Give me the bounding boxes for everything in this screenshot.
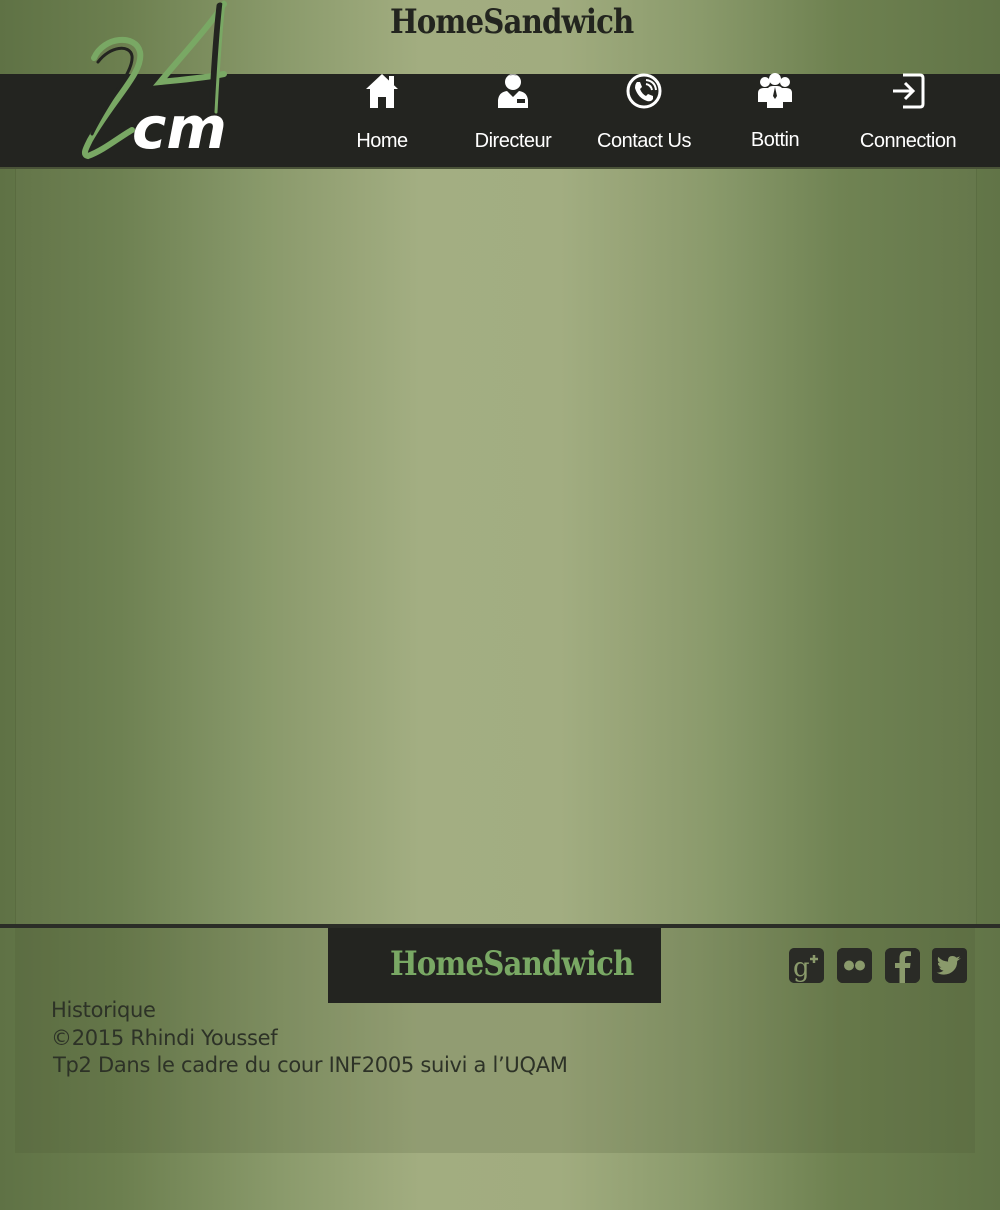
footer-course-note: Tp2 Dans le cadre du cour INF2005 suivi … bbox=[53, 1053, 568, 1077]
logo-graphic: cm bbox=[81, 0, 227, 162]
nav-home[interactable]: Home bbox=[322, 72, 442, 162]
google-plus-icon: g bbox=[789, 948, 824, 983]
facebook-icon bbox=[885, 948, 920, 983]
twitter-icon bbox=[932, 948, 967, 983]
google-plus-link[interactable]: g bbox=[789, 948, 824, 983]
nav-contact-us-label: Contact Us bbox=[597, 130, 691, 152]
phone-icon bbox=[584, 72, 704, 110]
nav-home-label: Home bbox=[356, 130, 408, 152]
footer-copyright: ©2015 Rhindi Youssef bbox=[51, 1026, 278, 1050]
nav-directeur-label: Directeur bbox=[474, 130, 552, 152]
nav-bottin-label: Bottin bbox=[750, 129, 800, 151]
twitter-link[interactable] bbox=[932, 948, 967, 983]
nav-connection-label: Connection bbox=[859, 130, 957, 152]
footer-historique[interactable]: Historique bbox=[51, 998, 156, 1022]
login-icon bbox=[848, 72, 968, 110]
flickr-link[interactable] bbox=[837, 948, 872, 983]
nav-directeur[interactable]: Directeur bbox=[453, 72, 573, 162]
flickr-icon bbox=[837, 948, 872, 983]
nav-contact-us[interactable]: Contact Us bbox=[584, 72, 704, 162]
home-icon bbox=[322, 72, 442, 110]
facebook-link[interactable] bbox=[885, 948, 920, 983]
footer-brand: HomeSandwich bbox=[390, 944, 634, 984]
main-content bbox=[15, 169, 977, 924]
logo[interactable]: cm bbox=[74, 0, 249, 165]
svg-text:g: g bbox=[793, 953, 810, 983]
footer-brand-box: HomeSandwich bbox=[328, 928, 661, 1003]
site-title: HomeSandwich bbox=[390, 2, 634, 42]
people-icon bbox=[715, 72, 835, 110]
nav-bottin[interactable]: Bottin bbox=[715, 72, 835, 162]
logo-text: cm bbox=[132, 94, 227, 162]
nav-connection[interactable]: Connection bbox=[848, 72, 968, 162]
director-icon bbox=[453, 72, 573, 110]
